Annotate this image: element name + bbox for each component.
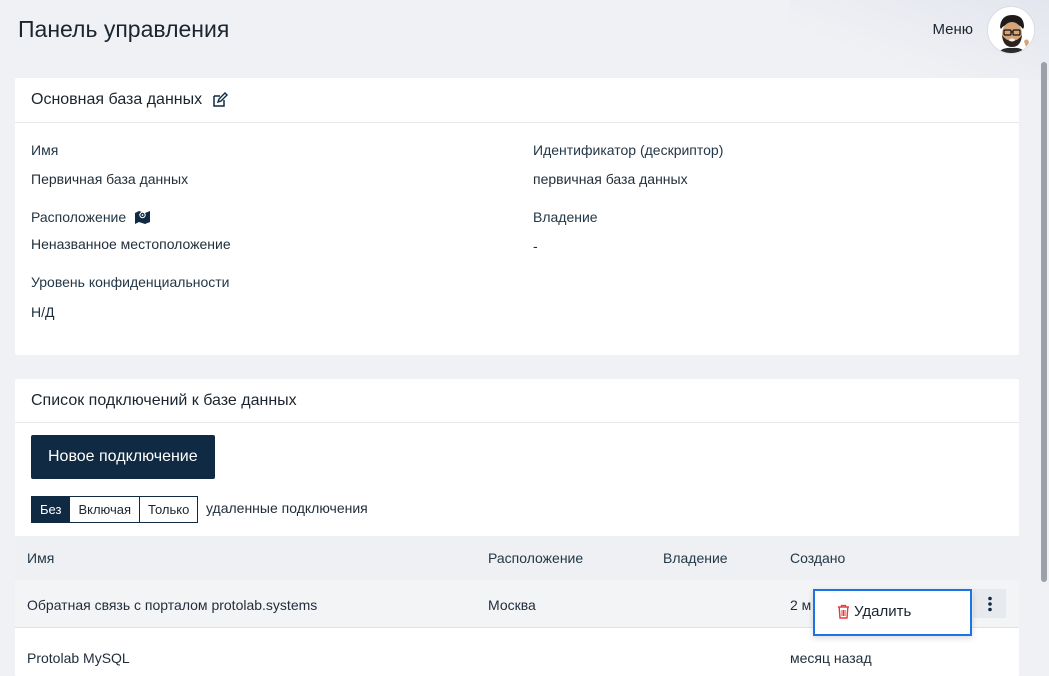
delete-menu-item[interactable]: Удалить xyxy=(837,603,911,620)
database-card: Основная база данных Имя Первичная база … xyxy=(15,78,1019,355)
location-label-text: Расположение xyxy=(31,209,127,225)
name-label: Имя xyxy=(31,142,59,158)
menu-button[interactable]: Меню xyxy=(932,21,973,38)
identifier-label: Идентификатор (дескриптор) xyxy=(533,142,724,158)
column-header-location[interactable]: Расположение xyxy=(488,550,583,566)
row-created: месяц назад xyxy=(790,650,872,666)
filter-option-without[interactable]: Без xyxy=(32,497,71,522)
connections-card-header: Список подключений к базе данных xyxy=(15,379,1019,423)
new-connection-button[interactable]: Новое подключение xyxy=(31,435,215,479)
filter-caption: удаленные подключения xyxy=(206,500,368,516)
column-header-ownership[interactable]: Владение xyxy=(663,550,728,566)
database-card-header: Основная база данных xyxy=(15,78,1019,123)
confidentiality-label: Уровень конфиденциальности xyxy=(31,274,230,290)
table-row[interactable]: Protolab MySQL месяц назад xyxy=(15,629,1019,676)
filter-option-only[interactable]: Только xyxy=(140,497,198,522)
column-header-name[interactable]: Имя xyxy=(27,550,54,566)
delete-label: Удалить xyxy=(854,603,912,620)
row-location: Москва xyxy=(488,597,536,613)
page-scrollbar[interactable] xyxy=(1041,62,1047,582)
confidentiality-value: Н/Д xyxy=(31,304,55,320)
row-name[interactable]: Обратная связь с порталом protolab.syste… xyxy=(27,597,317,613)
row-actions-dropdown: Удалить xyxy=(813,589,972,636)
map-icon[interactable] xyxy=(134,209,151,225)
avatar[interactable] xyxy=(987,6,1035,54)
ownership-label: Владение xyxy=(533,209,598,225)
connections-card-title: Список подключений к базе данных xyxy=(31,391,297,409)
deleted-filter-toggle: Без Включая Только xyxy=(31,496,199,523)
ownership-value: - xyxy=(533,238,538,254)
row-actions-button[interactable] xyxy=(973,589,1006,618)
location-label: Расположение xyxy=(31,209,151,225)
name-value: Первичная база данных xyxy=(31,171,189,187)
avatar-icon xyxy=(988,7,1034,53)
page-title: Панель управления xyxy=(18,16,230,42)
identifier-value: первичная база данных xyxy=(533,171,688,187)
row-name[interactable]: Protolab MySQL xyxy=(27,650,130,666)
edit-icon[interactable] xyxy=(212,92,229,108)
row-created: 2 м xyxy=(790,597,812,613)
trash-icon xyxy=(837,604,850,619)
kebab-menu-icon xyxy=(987,596,992,611)
column-header-created[interactable]: Создано xyxy=(790,550,845,566)
database-card-title: Основная база данных xyxy=(31,91,203,108)
filter-option-including[interactable]: Включая xyxy=(70,497,141,522)
top-bar: Панель управления Меню xyxy=(0,0,1049,60)
table-header: Имя Расположение Владение Создано xyxy=(15,536,1019,580)
location-value: Неназванное местоположение xyxy=(31,236,231,252)
